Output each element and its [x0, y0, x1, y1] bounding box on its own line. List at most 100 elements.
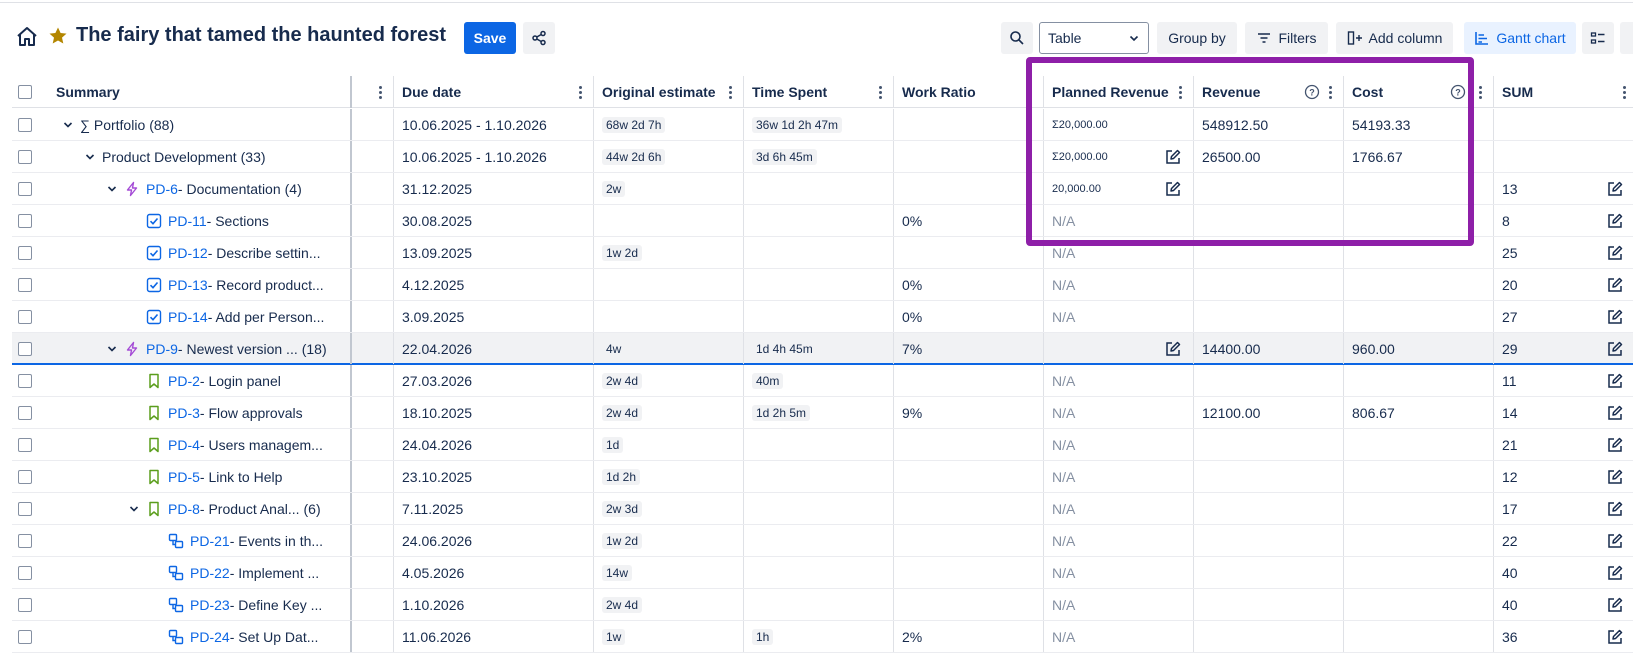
spent-cell[interactable] — [744, 525, 894, 556]
cost-cell[interactable] — [1344, 621, 1494, 652]
ratio-cell[interactable] — [894, 173, 1044, 204]
estimate-cell[interactable]: 68w 2d 7h — [594, 109, 744, 140]
column-menu-icon[interactable] — [1473, 83, 1487, 101]
estimate-cell[interactable]: 4w — [594, 333, 744, 364]
column-menu-icon[interactable] — [1023, 83, 1037, 101]
spent-cell[interactable]: 36w 1d 2h 47m — [744, 109, 894, 140]
help-icon[interactable]: ? — [1304, 84, 1320, 100]
issue-key-link[interactable]: PD-5 — [168, 469, 200, 485]
issue-key-link[interactable]: PD-4 — [168, 437, 200, 453]
ratio-cell[interactable]: 7% — [894, 333, 1044, 364]
cost-cell[interactable] — [1344, 461, 1494, 492]
ratio-cell[interactable] — [894, 429, 1044, 460]
sum-cell[interactable]: 40 — [1494, 589, 1633, 620]
estimate-cell[interactable]: 44w 2d 6h — [594, 141, 744, 172]
row-checkbox[interactable] — [18, 406, 32, 420]
ratio-cell[interactable] — [894, 557, 1044, 588]
ratio-cell[interactable]: 2% — [894, 621, 1044, 652]
header-planned-revenue[interactable]: Planned Revenue — [1044, 76, 1194, 108]
revenue-cell[interactable] — [1194, 429, 1344, 460]
edit-icon[interactable] — [1606, 532, 1624, 550]
row-checkbox[interactable] — [18, 374, 32, 388]
table-row[interactable]: PD-8 - Product Anal... (6) 7.11.2025 2w 3d N… — [12, 493, 1633, 525]
header-time-spent[interactable]: Time Spent — [744, 76, 894, 108]
list-view-button[interactable] — [1582, 22, 1614, 54]
summary-cell[interactable]: PD-12 - Describe settin... — [48, 237, 352, 268]
edit-icon[interactable] — [1606, 340, 1624, 358]
chevron-down-icon[interactable] — [62, 119, 74, 131]
table-row[interactable]: PD-13 - Record product... 4.12.2025 0% N/A 2… — [12, 269, 1633, 301]
row-checkbox[interactable] — [18, 342, 32, 356]
due-cell[interactable]: 11.06.2026 — [394, 621, 594, 652]
ratio-cell[interactable] — [894, 589, 1044, 620]
issue-key-link[interactable]: PD-24 — [190, 629, 230, 645]
table-row[interactable]: PD-21 - Events in th... 24.06.2026 1w 2d N/… — [12, 525, 1633, 557]
sum-cell[interactable]: 20 — [1494, 269, 1633, 300]
estimate-cell[interactable]: 1w 2d — [594, 237, 744, 268]
table-row[interactable]: PD-5 - Link to Help 23.10.2025 1d 2h N/A 12 — [12, 461, 1633, 493]
issue-key-link[interactable]: PD-14 — [168, 309, 208, 325]
revenue-cell[interactable] — [1194, 269, 1344, 300]
spent-cell[interactable] — [744, 301, 894, 332]
row-checkbox[interactable] — [18, 630, 32, 644]
header-work-ratio[interactable]: Work Ratio — [894, 76, 1044, 108]
edit-icon[interactable] — [1606, 564, 1624, 582]
estimate-cell[interactable]: 2w 4d — [594, 365, 744, 396]
edit-icon[interactable] — [1606, 596, 1624, 614]
planned-cell[interactable]: N/A — [1044, 205, 1194, 236]
table-row[interactable]: PD-6 - Documentation (4) 31.12.2025 2w 20,00… — [12, 173, 1633, 205]
spent-cell[interactable] — [744, 173, 894, 204]
planned-cell[interactable]: N/A — [1044, 525, 1194, 556]
row-checkbox[interactable] — [18, 566, 32, 580]
summary-cell[interactable]: PD-8 - Product Anal... (6) — [48, 493, 352, 524]
cost-cell[interactable] — [1344, 493, 1494, 524]
table-row[interactable]: PD-2 - Login panel 27.03.2026 2w 4d 40m N/A 1… — [12, 365, 1633, 397]
revenue-cell[interactable] — [1194, 173, 1344, 204]
summary-cell[interactable]: Product Development (33) — [48, 141, 352, 172]
save-button[interactable]: Save — [464, 22, 516, 54]
cost-cell[interactable] — [1344, 429, 1494, 460]
ratio-cell[interactable] — [894, 525, 1044, 556]
issue-title[interactable]: - Set Up Dat... — [230, 629, 319, 645]
table-row[interactable]: PD-9 - Newest version ... (18) 22.04.2026 4… — [12, 333, 1633, 365]
issue-key-link[interactable]: PD-9 — [146, 341, 178, 357]
issue-key-link[interactable]: PD-22 — [190, 565, 230, 581]
row-checkbox[interactable] — [18, 214, 32, 228]
ratio-cell[interactable] — [894, 237, 1044, 268]
ratio-cell[interactable]: 0% — [894, 269, 1044, 300]
summary-cell[interactable]: PD-11 - Sections — [48, 205, 352, 236]
issue-title[interactable]: - Record product... — [208, 277, 324, 293]
revenue-cell[interactable] — [1194, 493, 1344, 524]
issue-title[interactable]: - Link to Help — [200, 469, 282, 485]
cost-cell[interactable] — [1344, 589, 1494, 620]
header-cost[interactable]: Cost ? — [1344, 76, 1494, 108]
due-cell[interactable]: 24.06.2026 — [394, 525, 594, 556]
estimate-cell[interactable]: 2w 4d — [594, 397, 744, 428]
sum-cell[interactable]: 22 — [1494, 525, 1633, 556]
row-checkbox[interactable] — [18, 310, 32, 324]
issue-key-link[interactable]: PD-21 — [190, 533, 230, 549]
summary-cell[interactable]: PD-4 - Users managem... — [48, 429, 352, 460]
estimate-cell[interactable]: 1w 2d — [594, 525, 744, 556]
edit-icon[interactable] — [1606, 212, 1624, 230]
row-checkbox[interactable] — [18, 502, 32, 516]
cost-cell[interactable]: 54193.33 — [1344, 109, 1494, 140]
due-cell[interactable]: 27.03.2026 — [394, 365, 594, 396]
due-cell[interactable]: 10.06.2025 - 1.10.2026 — [394, 141, 594, 172]
search-button[interactable] — [1001, 22, 1033, 54]
row-checkbox[interactable] — [18, 118, 32, 132]
estimate-cell[interactable]: 2w 4d — [594, 589, 744, 620]
due-cell[interactable]: 22.04.2026 — [394, 333, 594, 364]
header-original-estimate[interactable]: Original estimate — [594, 76, 744, 108]
edit-icon[interactable] — [1606, 276, 1624, 294]
sum-cell[interactable]: 29 — [1494, 333, 1633, 364]
table-row[interactable]: PD-22 - Implement ... 4.05.2026 14w N/A 40 — [12, 557, 1633, 589]
star-icon[interactable] — [48, 26, 68, 46]
filters-button[interactable]: Filters — [1245, 22, 1328, 54]
issue-title[interactable]: - Events in th... — [230, 533, 323, 549]
column-menu-icon[interactable] — [873, 83, 887, 101]
summary-cell[interactable]: PD-6 - Documentation (4) — [48, 173, 352, 204]
spent-cell[interactable]: 1h — [744, 621, 894, 652]
summary-cell[interactable]: PD-23 - Define Key ... — [48, 589, 352, 620]
edit-icon[interactable] — [1606, 308, 1624, 326]
